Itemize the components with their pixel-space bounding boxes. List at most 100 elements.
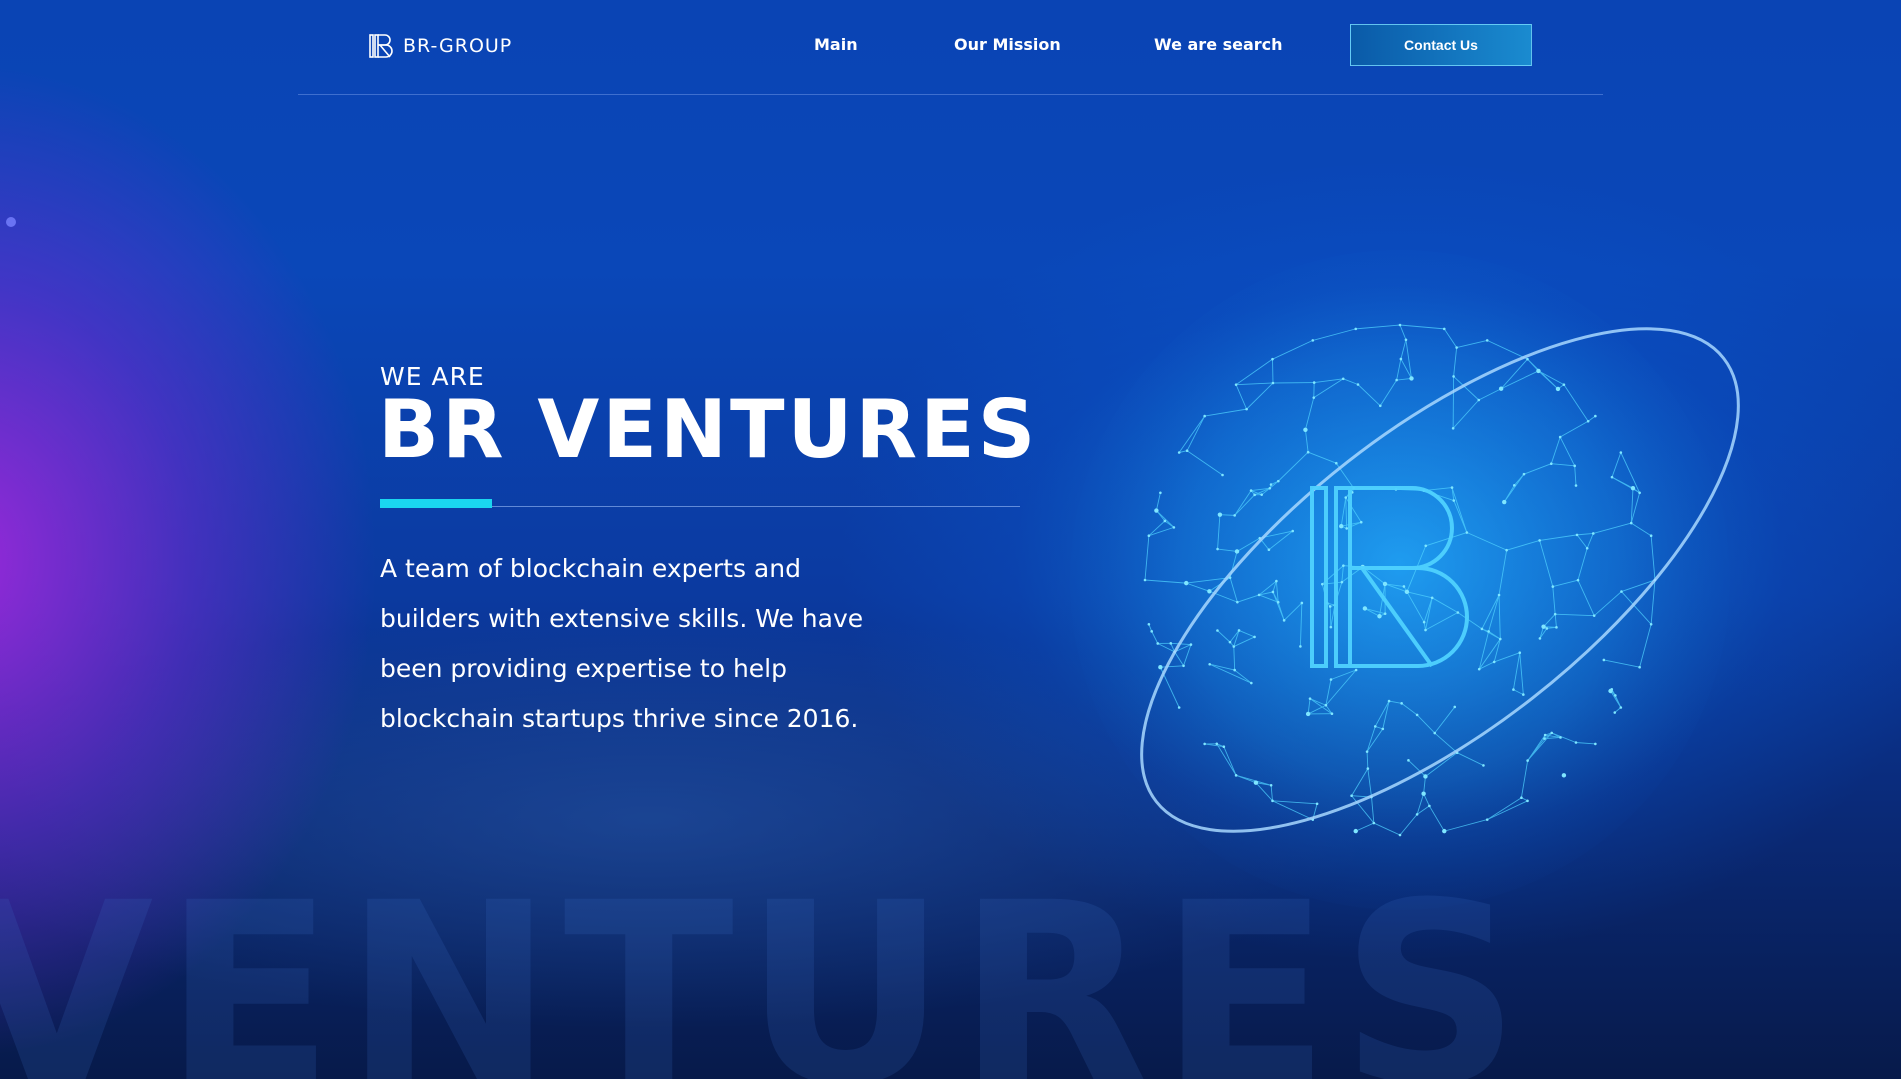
- globe-network-node: [1594, 742, 1597, 746]
- hero-description: A team of blockchain experts and builder…: [380, 554, 864, 733]
- globe-network-node: [1428, 804, 1431, 808]
- globe-network-node: [1586, 419, 1590, 423]
- globe-network-node: [1477, 398, 1481, 402]
- globe-network-node: [1353, 828, 1358, 834]
- globe-network-node: [1234, 774, 1238, 777]
- globe-network-node: [1312, 396, 1316, 399]
- globe-network-node: [1522, 472, 1526, 476]
- globe-network-node: [1143, 578, 1147, 582]
- globe-network-node: [1172, 526, 1176, 529]
- globe-network-node: [1350, 794, 1353, 798]
- globe-network-node: [1402, 585, 1406, 588]
- globe-network-node: [1300, 601, 1304, 605]
- globe-network-node: [1232, 645, 1236, 648]
- logo-text: BR-GROUP: [403, 35, 513, 57]
- globe-network-node: [1430, 596, 1434, 600]
- globe-network-node: [1356, 383, 1360, 386]
- globe-network-node: [1372, 821, 1376, 825]
- globe-network-node: [1485, 818, 1489, 821]
- globe-network-node: [1638, 491, 1641, 495]
- globe-network-node: [1649, 534, 1653, 538]
- logo[interactable]: BR-GROUP: [368, 33, 512, 59]
- globe-network-node: [1329, 625, 1333, 629]
- globe-network-node: [1613, 711, 1617, 714]
- globe-network-node: [1271, 381, 1275, 385]
- globe-network-node: [1381, 727, 1385, 731]
- globe-network-node: [1409, 376, 1414, 381]
- globe-network-node: [1253, 780, 1259, 785]
- globe-network-node: [1163, 519, 1167, 523]
- globe-network-node: [1610, 475, 1614, 479]
- globe-network-node: [1549, 462, 1553, 466]
- globe-network-node: [1415, 813, 1419, 816]
- globe-network-node: [1442, 327, 1446, 331]
- globe-network-node: [1526, 759, 1529, 762]
- globe-network-node: [1260, 493, 1263, 496]
- globe-network-node: [1340, 580, 1344, 584]
- globe-network-node: [1189, 643, 1193, 646]
- globe-network-node: [1543, 733, 1547, 737]
- globe-network-node: [1424, 628, 1427, 632]
- globe-network-node: [1147, 622, 1151, 626]
- globe-network-node: [1550, 731, 1554, 735]
- globe-network-node: [1299, 645, 1302, 648]
- globe-network-node: [1455, 346, 1458, 349]
- globe-network-node: [1498, 386, 1504, 391]
- globe-network-node: [1311, 339, 1315, 342]
- nav-link-our-mission[interactable]: Our Mission: [954, 35, 1061, 54]
- globe-network-node: [1253, 635, 1256, 639]
- globe-network-node: [1433, 731, 1437, 735]
- globe-network-node: [1421, 791, 1426, 796]
- globe-network-node: [1383, 612, 1387, 616]
- globe-network-node: [1277, 479, 1280, 483]
- globe-network-node: [1399, 357, 1403, 361]
- globe-network-node: [1354, 668, 1358, 672]
- globe-network-node: [1502, 499, 1507, 505]
- globe-network-node: [1422, 620, 1426, 624]
- network-globe-illustration: [1070, 250, 1740, 910]
- globe-network-node: [1268, 486, 1272, 490]
- globe-network-node: [1329, 678, 1333, 681]
- decorative-dot: [6, 217, 16, 227]
- globe-network-node: [1147, 534, 1151, 538]
- globe-network-node: [1345, 527, 1348, 530]
- globe-network-node: [1562, 383, 1566, 386]
- globe-network-node: [1520, 796, 1523, 799]
- globe-network-node: [1182, 664, 1185, 668]
- globe-network-node: [1555, 386, 1561, 392]
- globe-network-node: [1487, 630, 1490, 633]
- globe-network-node: [1395, 378, 1398, 382]
- globe-network-node: [1269, 783, 1273, 787]
- globe-network-node: [1184, 580, 1189, 586]
- globe-network-node: [1169, 642, 1173, 645]
- globe-network-node: [1480, 627, 1484, 631]
- globe-network-node: [1275, 579, 1278, 583]
- globe-network-node: [1619, 451, 1623, 454]
- globe-network-node: [1541, 624, 1546, 629]
- hero-title: BR VENTURES: [378, 383, 1039, 476]
- site-header: BR-GROUP Main Our Mission We are search …: [298, 0, 1603, 95]
- globe-network-node: [1512, 688, 1515, 691]
- globe-network-node: [1407, 759, 1410, 762]
- globe-network-node: [1415, 713, 1419, 717]
- globe-network-node: [1308, 697, 1312, 700]
- globe-network-node: [1271, 590, 1275, 594]
- globe-network-node: [1575, 533, 1579, 537]
- globe-network-node: [1303, 427, 1308, 432]
- globe-network-node: [1453, 705, 1457, 709]
- globe-network-node: [1159, 491, 1162, 495]
- globe-network-node: [1576, 578, 1580, 582]
- globe-network-node: [1234, 549, 1240, 554]
- background-watermark: VENTURES: [0, 849, 1531, 1079]
- globe-network-node: [1630, 485, 1636, 491]
- hero-divider-accent: [380, 499, 492, 508]
- nav-link-main[interactable]: Main: [814, 35, 858, 54]
- globe-network-node: [1233, 668, 1236, 672]
- globe-network-node: [1339, 524, 1344, 529]
- globe-network-node: [1559, 736, 1562, 739]
- globe-network-node: [1450, 486, 1454, 489]
- contact-us-button[interactable]: Contact Us: [1350, 24, 1532, 66]
- globe-network-node: [1359, 520, 1363, 524]
- nav-link-we-are-search[interactable]: We are search: [1154, 35, 1283, 54]
- globe-network-node: [1456, 611, 1460, 614]
